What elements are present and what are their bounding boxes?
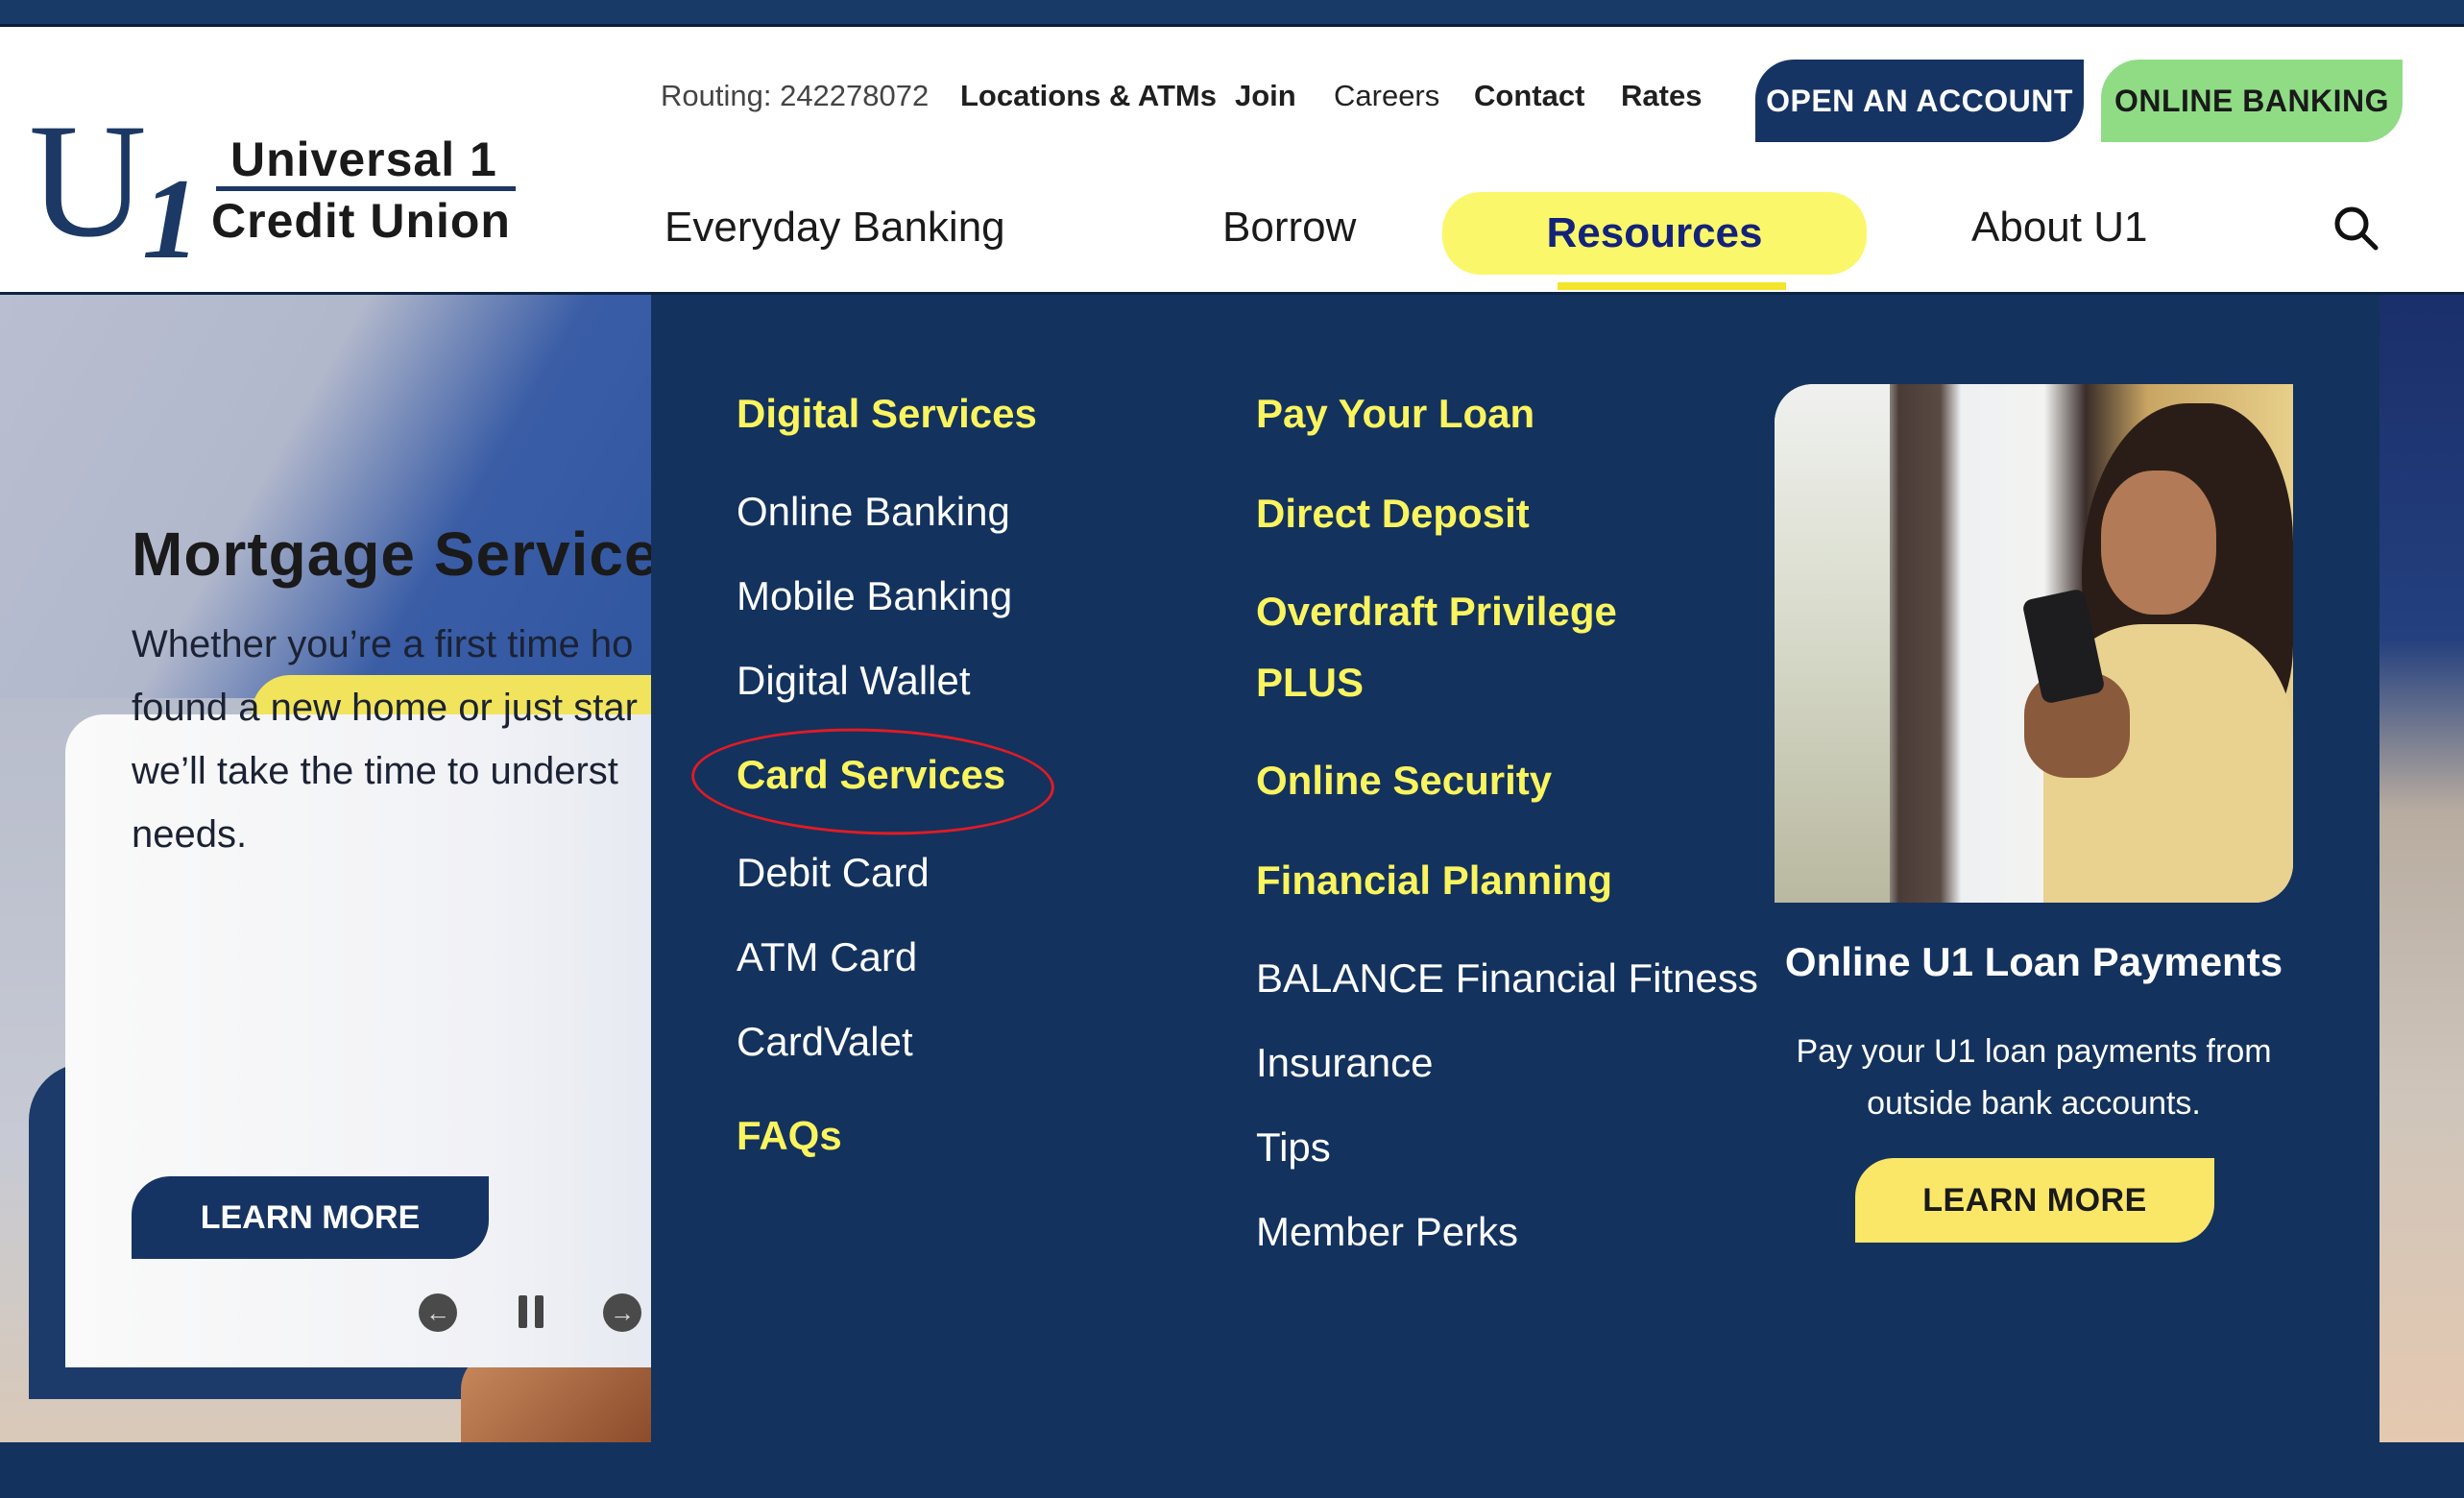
menu-online-banking[interactable]: Online Banking [737,489,1010,535]
hero-text-line: we’ll take the time to underst [132,750,618,792]
online-banking-button[interactable]: ONLINE BANKING [2101,60,2403,142]
nav-active-indicator [1558,282,1786,290]
menu-member-perks[interactable]: Member Perks [1256,1209,1518,1255]
top-bar [0,0,2464,27]
arrow-left-circle-icon[interactable]: ← [419,1293,457,1332]
menu-debit-card[interactable]: Debit Card [737,850,930,896]
promo-learn-more-button[interactable]: LEARN MORE [1855,1158,2214,1243]
hero-text-line: needs. [132,813,248,856]
logo-mark-u: U [29,90,147,271]
pause-icon[interactable] [519,1295,544,1330]
nav-resources[interactable]: Resources [1442,192,1867,275]
bottom-band [0,1442,2464,1498]
promo-text: Pay your U1 loan payments from outside b… [1775,1026,2293,1129]
promo-text-line: Pay your U1 loan payments from [1796,1033,2272,1070]
menu-cardvalet[interactable]: CardValet [737,1019,913,1065]
util-link-careers[interactable]: Careers [1334,79,1439,113]
nav-about-u1[interactable]: About U1 [1971,204,2147,252]
util-link-rates[interactable]: Rates [1621,79,1702,113]
hero-learn-more-button[interactable]: LEARN MORE [132,1176,489,1259]
logo-mark-1: 1 [142,155,200,282]
arrow-right-circle-icon[interactable]: → [603,1293,641,1332]
hero-title: Mortgage Services [132,519,651,589]
menu-overdraft-privilege-plus[interactable]: PLUS [1256,660,1364,706]
util-link-locations[interactable]: Locations & ATMs [960,79,1217,113]
menu-pay-your-loan[interactable]: Pay Your Loan [1256,391,1534,437]
hero-background-right [2379,295,2464,1442]
promo-title: Online U1 Loan Payments [1784,939,2283,984]
menu-overdraft-privilege[interactable]: Overdraft Privilege [1256,589,1617,635]
util-link-contact[interactable]: Contact [1474,79,1584,113]
menu-digital-services[interactable]: Digital Services [737,391,1037,437]
hero-text-line: found a new home or just star [132,687,638,729]
menu-direct-deposit[interactable]: Direct Deposit [1256,491,1530,537]
hero-text: Whether you’re a first time ho found a n… [132,613,651,866]
next-glyph: → [610,1297,635,1327]
logo-name-line2: Credit Union [211,194,511,248]
menu-faqs[interactable]: FAQs [737,1113,842,1159]
nav-borrow[interactable]: Borrow [1222,204,1356,252]
open-account-button[interactable]: OPEN AN ACCOUNT [1755,60,2084,142]
promo-text-line: outside bank accounts. [1867,1085,2201,1122]
util-link-join[interactable]: Join [1235,79,1296,113]
menu-digital-wallet[interactable]: Digital Wallet [737,658,971,704]
logo-divider [216,186,516,191]
annotation-circle [689,722,1056,841]
menu-mobile-banking[interactable]: Mobile Banking [737,573,1012,619]
menu-balance-financial-fitness[interactable]: BALANCE Financial Fitness [1256,955,1758,1002]
logo[interactable]: U 1 Universal 1 Credit Union [29,99,528,277]
promo-image-window [1775,384,1890,903]
menu-online-security[interactable]: Online Security [1256,758,1552,804]
prev-glyph: ← [425,1297,450,1327]
promo-image-face [2101,471,2216,615]
promo-image[interactable] [1775,384,2293,903]
logo-name-line1: Universal 1 [230,133,497,186]
hero-text-line: Whether you’re a first time ho [132,623,634,665]
routing-number: Routing: 242278072 [661,79,930,112]
site-header: U 1 Universal 1 Credit Union [0,27,2464,295]
hero-slider: Mortgage Services Whether you’re a first… [0,295,651,1442]
nav-everyday-banking[interactable]: Everyday Banking [664,204,1005,252]
search-icon[interactable] [2330,202,2383,255]
menu-insurance[interactable]: Insurance [1256,1040,1433,1086]
menu-financial-planning[interactable]: Financial Planning [1256,858,1612,904]
menu-tips[interactable]: Tips [1256,1124,1331,1171]
menu-atm-card[interactable]: ATM Card [737,934,917,980]
